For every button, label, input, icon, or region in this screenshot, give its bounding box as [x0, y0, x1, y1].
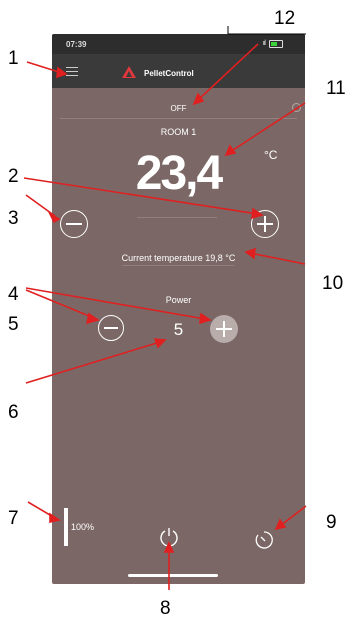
callout-number: 8 — [160, 598, 171, 619]
callout-number: 2 — [8, 166, 19, 187]
callout-number: 10 — [322, 273, 344, 294]
callout-number: 11 — [326, 78, 346, 99]
callout-number: 7 — [8, 508, 19, 529]
callout-number: 5 — [8, 314, 19, 335]
callout-number: 12 — [274, 8, 296, 29]
callout-number: 1 — [8, 48, 19, 69]
callout-number: 6 — [8, 402, 19, 423]
callout-number: 3 — [8, 208, 19, 229]
callout-number: 4 — [8, 284, 19, 305]
annotation-arrows — [23, 26, 307, 590]
callout-number: 9 — [326, 512, 337, 533]
